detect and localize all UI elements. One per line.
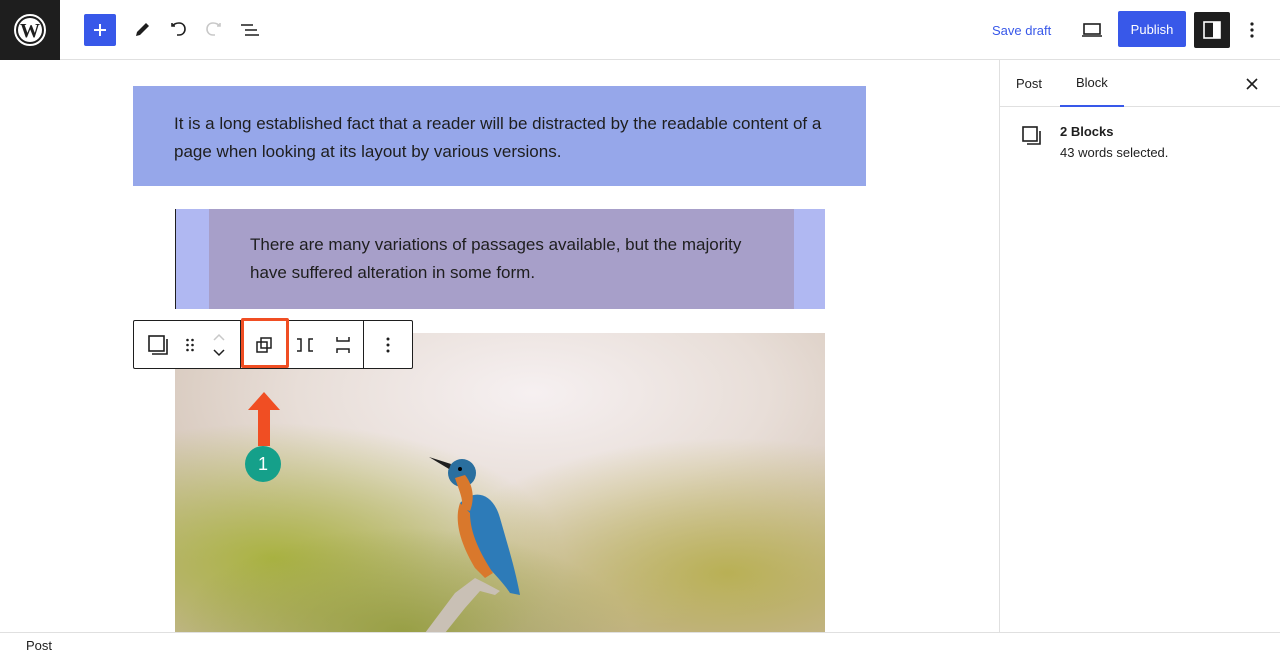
block-type-button[interactable]	[134, 321, 182, 368]
undo-icon	[171, 22, 186, 36]
editor-header: W Save draft Publish	[0, 0, 1280, 60]
plus-icon	[94, 24, 106, 36]
step-badge: 1	[245, 446, 281, 482]
block-card-title: 2 Blocks	[1060, 124, 1114, 139]
redo-icon	[206, 22, 221, 36]
block-card-description: 43 words selected.	[1060, 145, 1169, 160]
tools-button[interactable]	[126, 14, 158, 46]
settings-sidebar: Post Block 2 Blocks 43 words selected.	[999, 60, 1280, 632]
redo-button[interactable]	[198, 14, 230, 46]
paragraph-text[interactable]: It is a long established fact that a rea…	[174, 114, 821, 161]
move-buttons	[198, 321, 240, 368]
pencil-icon	[136, 23, 149, 36]
wordpress-logo-icon[interactable]: W	[0, 0, 60, 60]
image-block[interactable]	[175, 333, 825, 632]
document-overview-button[interactable]	[234, 14, 266, 46]
group-button-highlight	[241, 318, 289, 368]
multiple-blocks-icon	[1022, 126, 1041, 145]
preview-button[interactable]	[1076, 14, 1108, 46]
desktop-icon	[1082, 23, 1102, 37]
drag-handle-icon	[186, 338, 194, 351]
undo-button[interactable]	[162, 14, 194, 46]
chevron-up-icon[interactable]	[212, 332, 226, 342]
publish-button[interactable]: Publish	[1118, 11, 1186, 47]
stack-button[interactable]	[323, 321, 363, 368]
group-block[interactable]: There are many variations of passages av…	[175, 209, 825, 309]
add-block-button[interactable]	[84, 14, 116, 46]
chevron-down-icon[interactable]	[212, 348, 226, 358]
paragraph-block-2[interactable]: There are many variations of passages av…	[209, 209, 794, 309]
list-view-icon	[241, 24, 259, 36]
close-sidebar-button[interactable]	[1240, 72, 1264, 96]
tab-block[interactable]: Block	[1060, 60, 1124, 107]
editor-footer: Post	[0, 632, 1280, 657]
row-button[interactable]	[287, 321, 323, 368]
editor-canvas: It is a long established fact that a rea…	[0, 60, 999, 632]
arrow-up-icon	[248, 392, 280, 446]
sidebar-tabs: Post Block	[1000, 60, 1280, 107]
row-icon	[297, 337, 313, 352]
block-card: 2 Blocks 43 words selected.	[1020, 124, 1168, 160]
options-menu-button[interactable]	[1236, 14, 1268, 46]
breadcrumb[interactable]: Post	[26, 638, 52, 653]
multiple-blocks-icon	[148, 334, 168, 355]
settings-toggle-button[interactable]	[1194, 12, 1230, 48]
svg-text:W: W	[20, 20, 40, 42]
tab-post[interactable]: Post	[1000, 60, 1058, 107]
kingfisher-image	[175, 333, 825, 632]
block-options-button[interactable]	[364, 321, 412, 368]
save-draft-button[interactable]: Save draft	[984, 14, 1059, 46]
stack-icon	[336, 336, 350, 353]
drag-handle[interactable]	[182, 321, 198, 368]
paragraph-block[interactable]: It is a long established fact that a rea…	[133, 86, 866, 186]
more-vertical-icon	[386, 337, 390, 352]
paragraph-text-2[interactable]: There are many variations of passages av…	[250, 235, 741, 282]
close-icon	[1246, 78, 1258, 90]
more-vertical-icon	[1250, 22, 1254, 38]
sidebar-icon	[1203, 21, 1221, 39]
